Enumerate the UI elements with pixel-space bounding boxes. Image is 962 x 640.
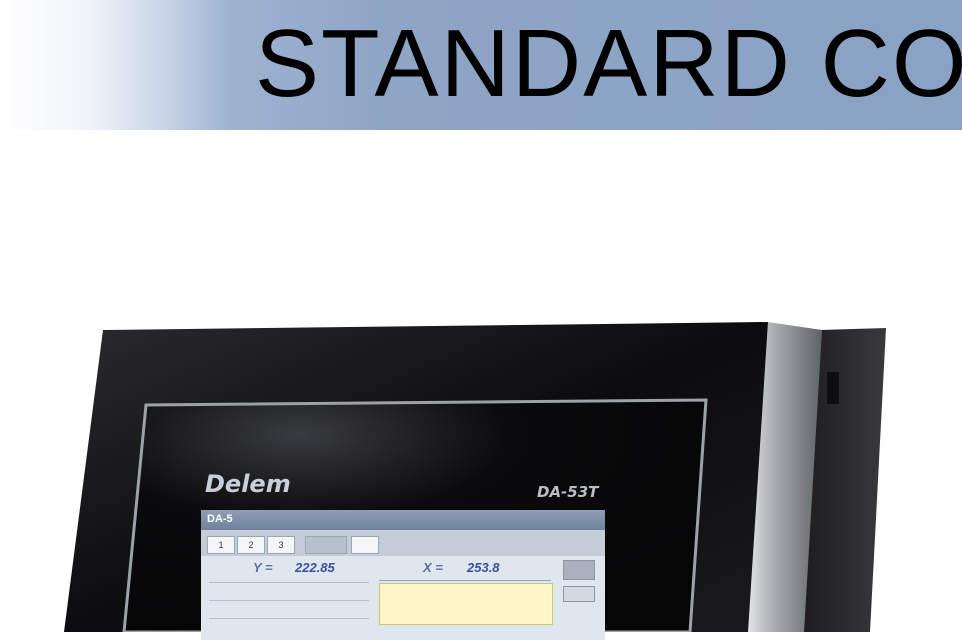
lcd-tab-2[interactable]: 2 — [237, 536, 265, 554]
lcd-divider — [209, 600, 369, 601]
lcd-tab-5[interactable] — [351, 536, 379, 554]
lcd-header-bar: DA-5 — [201, 510, 605, 530]
lcd-divider — [209, 618, 369, 619]
lcd-x-label: X = — [423, 560, 443, 575]
lcd-screen: DA-5 1 2 3 Y = 222.85 X = 253.8 — [201, 510, 605, 640]
lcd-tab-4[interactable] — [305, 536, 347, 554]
lcd-y-label: Y = — [253, 560, 273, 575]
lcd-header-label: DA-5 — [207, 513, 233, 525]
lcd-x-value: 253.8 — [467, 560, 500, 575]
lcd-tab-3[interactable]: 3 — [267, 536, 295, 554]
lcd-divider — [379, 580, 551, 581]
lcd-tab-1[interactable]: 1 — [207, 536, 235, 554]
lcd-divider — [209, 582, 369, 583]
lcd-input-field[interactable] — [379, 583, 553, 625]
lcd-side-button[interactable] — [563, 560, 595, 580]
lcd-side-button-2[interactable] — [563, 586, 595, 602]
device-port — [827, 372, 839, 404]
model-label: DA-53T — [537, 483, 599, 501]
brand-logo: Delem — [205, 470, 291, 498]
lcd-y-value: 222.85 — [295, 560, 335, 575]
